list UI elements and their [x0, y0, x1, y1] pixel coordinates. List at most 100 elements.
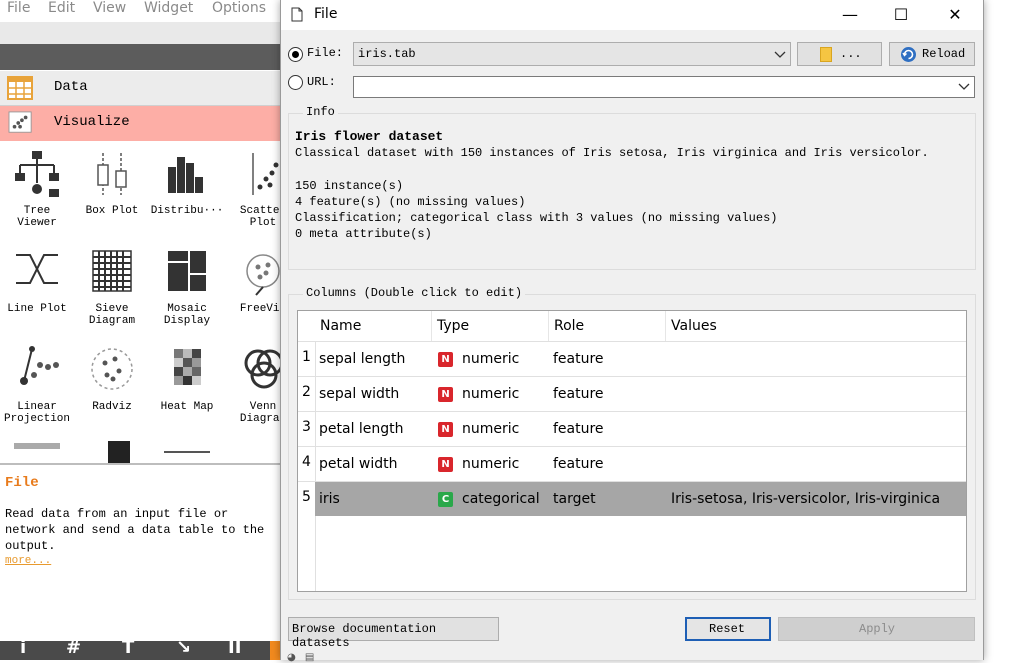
numeric-type-icon: N: [438, 387, 453, 402]
reset-button[interactable]: Reset: [685, 617, 771, 641]
numeric-type-icon: N: [438, 352, 453, 367]
widget-distributions[interactable]: Distribu···: [150, 149, 224, 217]
cell-role[interactable]: feature: [553, 412, 604, 447]
table-row[interactable]: 3 petal length Nnumeric feature: [298, 411, 966, 447]
main-menubar: File Edit View Widget Options: [0, 0, 282, 22]
widget-box-plot[interactable]: Box Plot: [75, 149, 149, 217]
cell-type[interactable]: numeric: [462, 342, 519, 377]
file-radio[interactable]: [288, 47, 303, 62]
scatter-plot-icon: [252, 153, 279, 195]
table-row[interactable]: 5 iris Ccategorical target Iris-setosa, Iris…: [298, 481, 966, 517]
cell-role[interactable]: feature: [553, 377, 604, 412]
table-row[interactable]: 2 sepal width Nnumeric feature: [298, 376, 966, 412]
report-icon[interactable]: ▤: [305, 652, 314, 663]
cell-role[interactable]: target: [553, 482, 596, 517]
category-label: Data: [54, 79, 88, 95]
minimize-button[interactable]: —: [827, 0, 873, 30]
widget-sieve-diagram[interactable]: Sieve Diagram: [75, 247, 149, 327]
table-row[interactable]: 4 petal width Nnumeric feature: [298, 446, 966, 482]
apply-button[interactable]: Apply: [778, 617, 975, 641]
category-label: Visualize: [54, 114, 130, 130]
browse-label: ...: [840, 47, 862, 61]
bottom-toolbar: i # T ↘ II: [0, 641, 282, 660]
table-icon: [7, 76, 33, 100]
row-number: 1: [298, 342, 315, 377]
arrow-button[interactable]: ↘: [176, 641, 191, 658]
column-header-type[interactable]: Type: [432, 311, 549, 341]
cell-name: petal width: [319, 456, 398, 472]
cell-type[interactable]: numeric: [462, 412, 519, 447]
widget-scatter-plot[interactable]: Scatter Plot: [226, 149, 282, 229]
widget-tree-viewer[interactable]: Tree Viewer: [0, 149, 74, 229]
history-icon[interactable]: ◕: [287, 652, 296, 663]
widget-radviz[interactable]: Radviz: [75, 345, 149, 413]
reload-button[interactable]: Reload: [889, 42, 975, 66]
widget-freeviz[interactable]: FreeViz: [226, 247, 282, 315]
columns-table: Name Type Role Values 1 sepal length Nnume…: [297, 310, 967, 592]
partial-widget-icon: [108, 441, 130, 463]
info-heading: Iris flower dataset: [295, 129, 444, 144]
category-data[interactable]: Data: [0, 71, 282, 106]
table-header: Name Type Role Values: [298, 311, 966, 341]
menu-file[interactable]: File: [7, 0, 30, 16]
file-dialog: File — ☐ ✕ File: iris.tab ... Reload URL…: [280, 0, 984, 663]
distributions-icon: [168, 157, 203, 193]
row-number: 3: [298, 412, 315, 447]
column-header-values[interactable]: Values: [666, 311, 966, 341]
help-text: Read data from an input file or network …: [5, 507, 265, 553]
column-header-name[interactable]: Name: [315, 311, 432, 341]
widget-venn-diagram[interactable]: Venn Diagram: [226, 345, 282, 425]
widget-linear-projection[interactable]: Linear Projection: [0, 345, 74, 425]
cell-role[interactable]: feature: [553, 342, 604, 377]
document-icon: [291, 7, 303, 22]
menu-widget[interactable]: Widget: [144, 0, 193, 16]
info-button[interactable]: i: [20, 641, 26, 658]
widget-heat-map[interactable]: Heat Map: [150, 345, 224, 413]
maximize-button[interactable]: ☐: [878, 0, 924, 30]
grid-button[interactable]: #: [66, 641, 81, 658]
partial-widget-icon: [14, 443, 60, 449]
folder-icon: [820, 47, 832, 62]
cell-type[interactable]: categorical: [462, 482, 540, 517]
text-button[interactable]: T: [122, 641, 134, 658]
category-visualize[interactable]: Visualize: [0, 106, 282, 141]
numeric-type-icon: N: [438, 422, 453, 437]
cell-values[interactable]: Iris-setosa, Iris-versicolor, Iris-virgi…: [671, 482, 940, 517]
browse-button[interactable]: ...: [797, 42, 882, 66]
chevron-down-icon: [774, 51, 786, 58]
widget-line-plot[interactable]: Line Plot: [0, 247, 74, 315]
browse-documentation-button[interactable]: Browse documentation datasets: [288, 617, 499, 650]
pause-button[interactable]: II: [228, 641, 241, 658]
radviz-icon: [91, 348, 133, 390]
dialog-titlebar[interactable]: File — ☐ ✕: [281, 0, 983, 30]
widget-grid: Tree Viewer Box Plot Distribu··· Scatter…: [0, 141, 282, 463]
cell-type[interactable]: numeric: [462, 377, 519, 412]
file-combobox[interactable]: iris.tab: [353, 42, 791, 66]
toolbar-area: [0, 22, 282, 44]
column-header-role[interactable]: Role: [549, 311, 666, 341]
url-label: URL:: [307, 75, 336, 89]
close-button[interactable]: ✕: [932, 0, 978, 30]
widget-label: Mosaic Display: [163, 303, 211, 327]
numeric-type-icon: N: [438, 457, 453, 472]
menu-edit[interactable]: Edit: [48, 0, 75, 16]
help-title: File: [5, 475, 39, 491]
widget-label: Venn Diagram: [239, 401, 282, 425]
widget-label: Distribu···: [150, 205, 224, 217]
url-radio[interactable]: [288, 75, 303, 90]
info-text: Classical dataset with 150 instances of …: [295, 146, 929, 242]
sieve-diagram-icon: [92, 250, 132, 292]
table-row[interactable]: 1 sepal length Nnumeric feature: [298, 341, 966, 377]
row-number: 2: [298, 377, 315, 412]
partial-widget-icon: [164, 451, 210, 457]
widget-mosaic-display[interactable]: Mosaic Display: [150, 247, 224, 327]
menu-view[interactable]: View: [93, 0, 126, 16]
linear-projection-icon: [20, 346, 59, 385]
menu-options[interactable]: Options: [212, 0, 266, 16]
cell-type[interactable]: numeric: [462, 447, 519, 482]
help-more-link[interactable]: more...: [5, 555, 51, 567]
reset-label: Reset: [709, 622, 746, 636]
url-combobox[interactable]: [353, 76, 975, 98]
cell-name: sepal width: [319, 386, 400, 402]
cell-role[interactable]: feature: [553, 447, 604, 482]
